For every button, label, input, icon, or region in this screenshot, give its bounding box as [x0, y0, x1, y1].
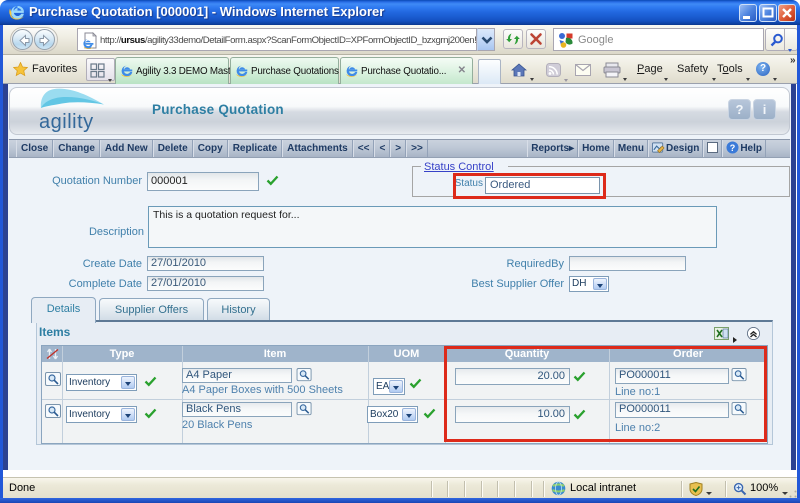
svg-text:?: ?	[730, 143, 736, 153]
